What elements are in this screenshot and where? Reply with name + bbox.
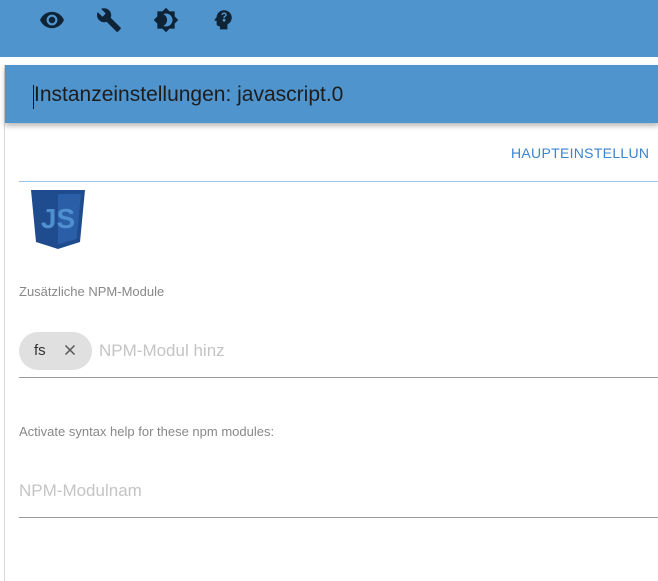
tab-bar: HAUPTEINSTELLUN (19, 143, 658, 182)
eye-icon[interactable] (39, 7, 65, 33)
wrench-icon[interactable] (96, 7, 122, 33)
npm-module-chip[interactable]: fs (19, 332, 92, 370)
chip-label: fs (34, 342, 46, 359)
npm-module-input-underline (19, 377, 658, 378)
head-profile-icon[interactable] (210, 7, 236, 33)
logo-text: JS (41, 203, 75, 234)
javascript-logo: JS (31, 190, 85, 249)
syntax-help-input-underline (19, 517, 658, 518)
brightness-icon[interactable] (153, 7, 179, 33)
syntax-help-label: Activate syntax help for these npm modul… (19, 424, 275, 439)
tab-main-settings[interactable]: HAUPTEINSTELLUN (511, 145, 649, 161)
top-toolbar (0, 0, 658, 57)
chip-remove-icon[interactable] (61, 341, 79, 359)
instance-settings-dialog: Instanzeinstellungen: javascript.0 HAUPT… (4, 65, 658, 581)
dialog-title: Instanzeinstellungen: javascript.0 (34, 83, 344, 106)
syntax-help-input[interactable] (19, 479, 169, 503)
dialog-header: Instanzeinstellungen: javascript.0 (5, 65, 658, 123)
npm-modules-label: Zusätzliche NPM-Module (19, 284, 165, 299)
npm-module-input[interactable] (99, 339, 249, 363)
